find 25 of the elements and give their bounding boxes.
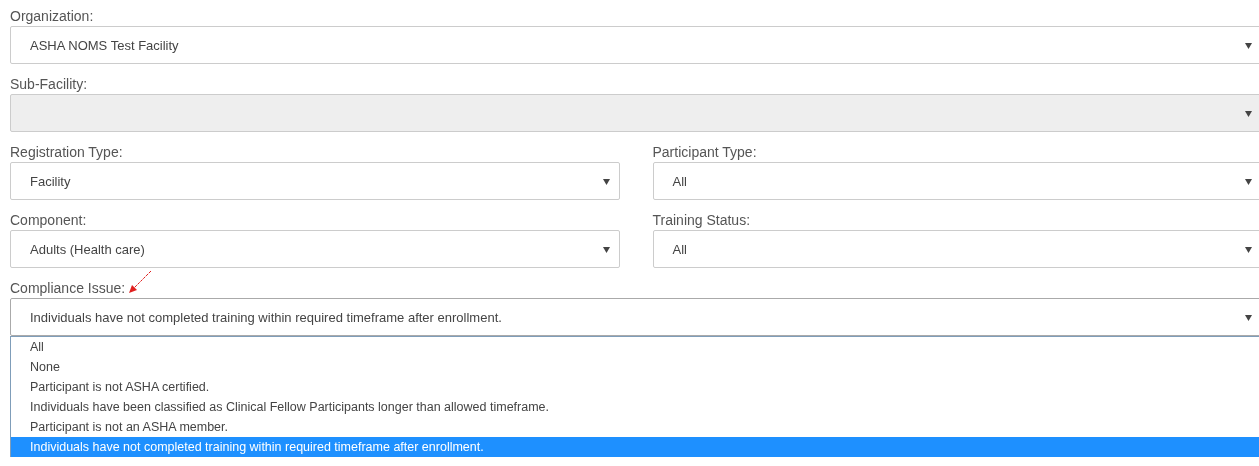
field-label: Component: [10, 211, 87, 230]
caret-icon [1245, 247, 1252, 253]
field-label: Registration Type: [10, 143, 123, 162]
field-label: Training Status: [652, 211, 751, 230]
select-field[interactable]: All [652, 162, 1259, 200]
dropdown-option[interactable]: Individuals have been classified as Clinical Fellow Participants longer than allowed timeframe. [11, 397, 1259, 417]
caret-icon [602, 247, 610, 253]
field-label: Organization: [10, 7, 94, 26]
caret-icon [1245, 315, 1252, 321]
caret-icon [1245, 179, 1252, 185]
field-label: Compliance Issue: [10, 279, 126, 298]
select-field[interactable]: Individuals have not completed training within required timeframe after enrollment. [10, 298, 1259, 336]
dropdown-option[interactable]: Participant is not ASHA certified. [11, 377, 1259, 397]
field-label: Sub-Facility: [10, 75, 88, 94]
select-field[interactable]: ASHA NOMS Test Facility [10, 26, 1259, 64]
caret-icon [1245, 43, 1252, 49]
select-field[interactable]: Adults (Health care) [10, 230, 620, 268]
select-field[interactable]: All [652, 230, 1259, 268]
field-label: Participant Type: [652, 143, 757, 162]
dropdown-option[interactable]: All [11, 337, 1259, 357]
caret-icon [602, 179, 610, 185]
select-field[interactable]: Facility [10, 162, 620, 200]
caret-icon [1245, 111, 1252, 117]
dropdown-option[interactable]: None [11, 357, 1259, 377]
dropdown-option[interactable]: Participant is not an ASHA member. [11, 417, 1259, 437]
